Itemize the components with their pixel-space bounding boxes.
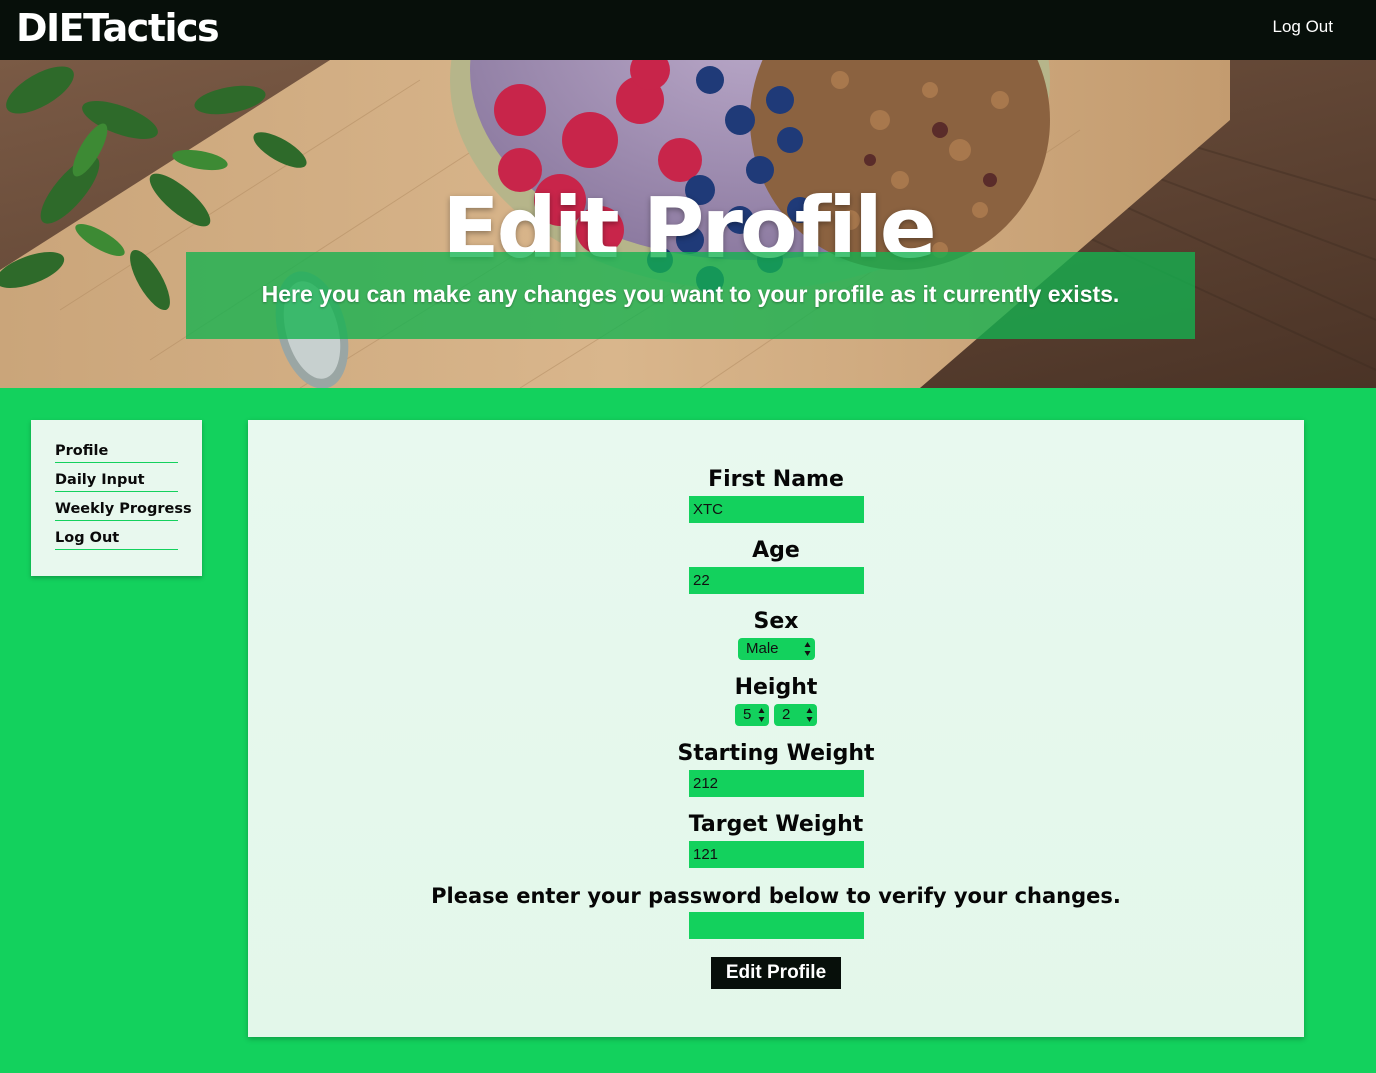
select-arrows-icon — [806, 708, 813, 722]
starting-weight-label: Starting Weight — [677, 741, 875, 766]
height-label: Height — [734, 675, 818, 700]
height-inches-value: 2 — [782, 706, 791, 723]
sidebar-item-daily-input[interactable]: Daily Input — [55, 469, 178, 492]
age-input[interactable]: 22 — [689, 567, 864, 594]
sex-label: Sex — [753, 609, 799, 634]
height-feet-value: 5 — [743, 706, 752, 723]
password-prompt: Please enter your password below to veri… — [431, 884, 1121, 908]
hero-section: Edit Profile Here you can make any chang… — [0, 60, 1376, 388]
sidebar-item-log-out[interactable]: Log Out — [55, 527, 178, 550]
sex-select-value: Male — [746, 640, 779, 657]
height-inches-select[interactable]: 2 — [774, 704, 817, 726]
edit-profile-button[interactable]: Edit Profile — [711, 957, 841, 989]
brand-logo[interactable]: DIETactics — [16, 4, 220, 52]
password-input[interactable] — [689, 912, 864, 939]
nav-logout-link[interactable]: Log Out — [1273, 17, 1334, 37]
target-weight-input[interactable]: 121 — [689, 841, 864, 868]
edit-profile-form: First Name XTC Age 22 Sex Male Height 5 … — [248, 420, 1304, 1037]
hero-subtitle-banner: Here you can make any changes you want t… — [186, 252, 1195, 339]
sex-select[interactable]: Male — [738, 638, 815, 660]
first-name-input[interactable]: XTC — [689, 496, 864, 523]
height-feet-select[interactable]: 5 — [735, 704, 769, 726]
hero-subtitle: Here you can make any changes you want t… — [261, 281, 1120, 307]
target-weight-label: Target Weight — [688, 812, 864, 837]
select-arrows-icon — [758, 708, 765, 722]
top-navbar: DIETactics Log Out — [0, 0, 1376, 60]
starting-weight-input[interactable]: 212 — [689, 770, 864, 797]
sidebar-item-profile[interactable]: Profile — [55, 440, 178, 463]
select-arrows-icon — [804, 642, 811, 656]
first-name-label: First Name — [708, 467, 844, 492]
sidebar-menu: Profile Daily Input Weekly Progress Log … — [31, 420, 202, 576]
age-label: Age — [752, 538, 800, 563]
sidebar-item-weekly-progress[interactable]: Weekly Progress — [55, 498, 192, 521]
